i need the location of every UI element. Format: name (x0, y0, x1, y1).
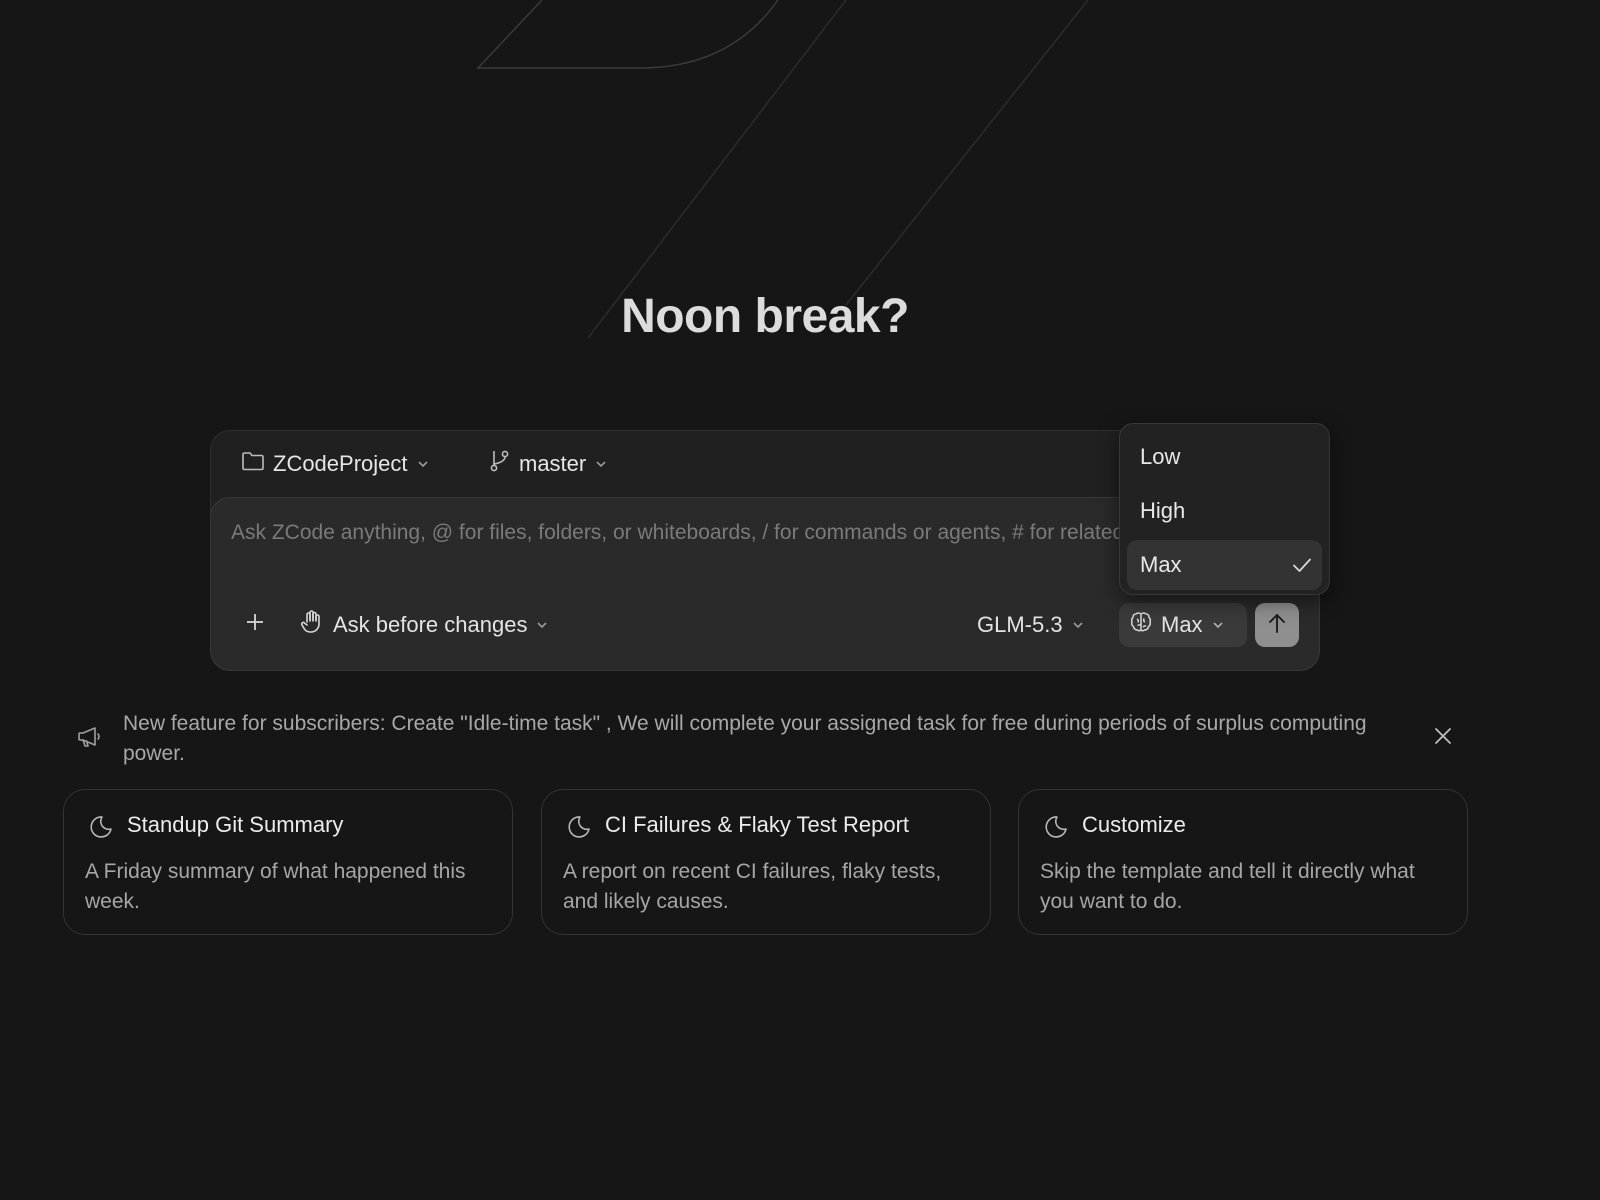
chevron-down-icon (416, 451, 430, 477)
card-description: A report on recent CI failures, flaky te… (563, 860, 942, 913)
card-description: A Friday summary of what happened this w… (85, 860, 466, 913)
task-template-card[interactable]: Customize Skip the template and tell it … (1018, 789, 1468, 935)
git-branch-icon (489, 449, 511, 479)
moon-icon (1043, 814, 1069, 845)
option-label: High (1140, 498, 1186, 523)
close-icon (1433, 726, 1453, 751)
chevron-down-icon (594, 451, 608, 477)
arrow-up-icon (1267, 612, 1287, 639)
subscriber-notice: New feature for subscribers: Create "Idl… (76, 706, 1466, 776)
branch-selector[interactable]: master (489, 447, 608, 481)
brain-icon (1129, 610, 1153, 640)
chevron-down-icon (1071, 612, 1085, 638)
notice-close-button[interactable] (1428, 723, 1458, 753)
folder-icon (241, 450, 265, 478)
chevron-down-icon (1211, 612, 1225, 638)
card-description: Skip the template and tell it directly w… (1040, 860, 1415, 913)
send-button[interactable] (1255, 603, 1299, 647)
model-label: GLM-5.3 (977, 612, 1063, 637)
megaphone-icon (76, 724, 102, 755)
plus-icon (245, 612, 265, 638)
effort-dropdown-menu: Low High Max (1119, 423, 1330, 595)
effort-option-low[interactable]: Low (1127, 432, 1322, 482)
app-window: Noon break? ZCodeProject master Ask ZCod… (0, 0, 1600, 1200)
card-title: Customize (1082, 812, 1186, 837)
option-label: Low (1140, 444, 1181, 469)
task-template-card[interactable]: CI Failures & Flaky Test Report A report… (541, 789, 991, 935)
permission-mode-selector[interactable]: Ask before changes (299, 603, 549, 647)
option-label: Max (1140, 552, 1182, 577)
effort-selector[interactable]: Max (1119, 603, 1247, 647)
notice-text: New feature for subscribers: Create "Idl… (123, 712, 1367, 765)
permission-mode-label: Ask before changes (333, 612, 528, 637)
checkmark-icon (1290, 553, 1314, 583)
model-selector[interactable]: GLM-5.3 (977, 603, 1085, 647)
effort-label: Max (1161, 612, 1203, 637)
project-selector[interactable]: ZCodeProject (241, 447, 430, 481)
attach-button[interactable] (233, 603, 277, 647)
hand-icon (299, 609, 325, 641)
effort-option-high[interactable]: High (1127, 486, 1322, 536)
card-title: CI Failures & Flaky Test Report (605, 812, 910, 837)
effort-option-max[interactable]: Max (1127, 540, 1322, 590)
chevron-down-icon (535, 612, 549, 638)
moon-icon (566, 814, 592, 845)
moon-icon (88, 814, 114, 845)
page-greeting: Noon break? (621, 290, 909, 343)
card-title: Standup Git Summary (127, 812, 344, 837)
task-template-card[interactable]: Standup Git Summary A Friday summary of … (63, 789, 513, 935)
branch-label: master (519, 451, 587, 476)
project-label: ZCodeProject (273, 451, 408, 476)
